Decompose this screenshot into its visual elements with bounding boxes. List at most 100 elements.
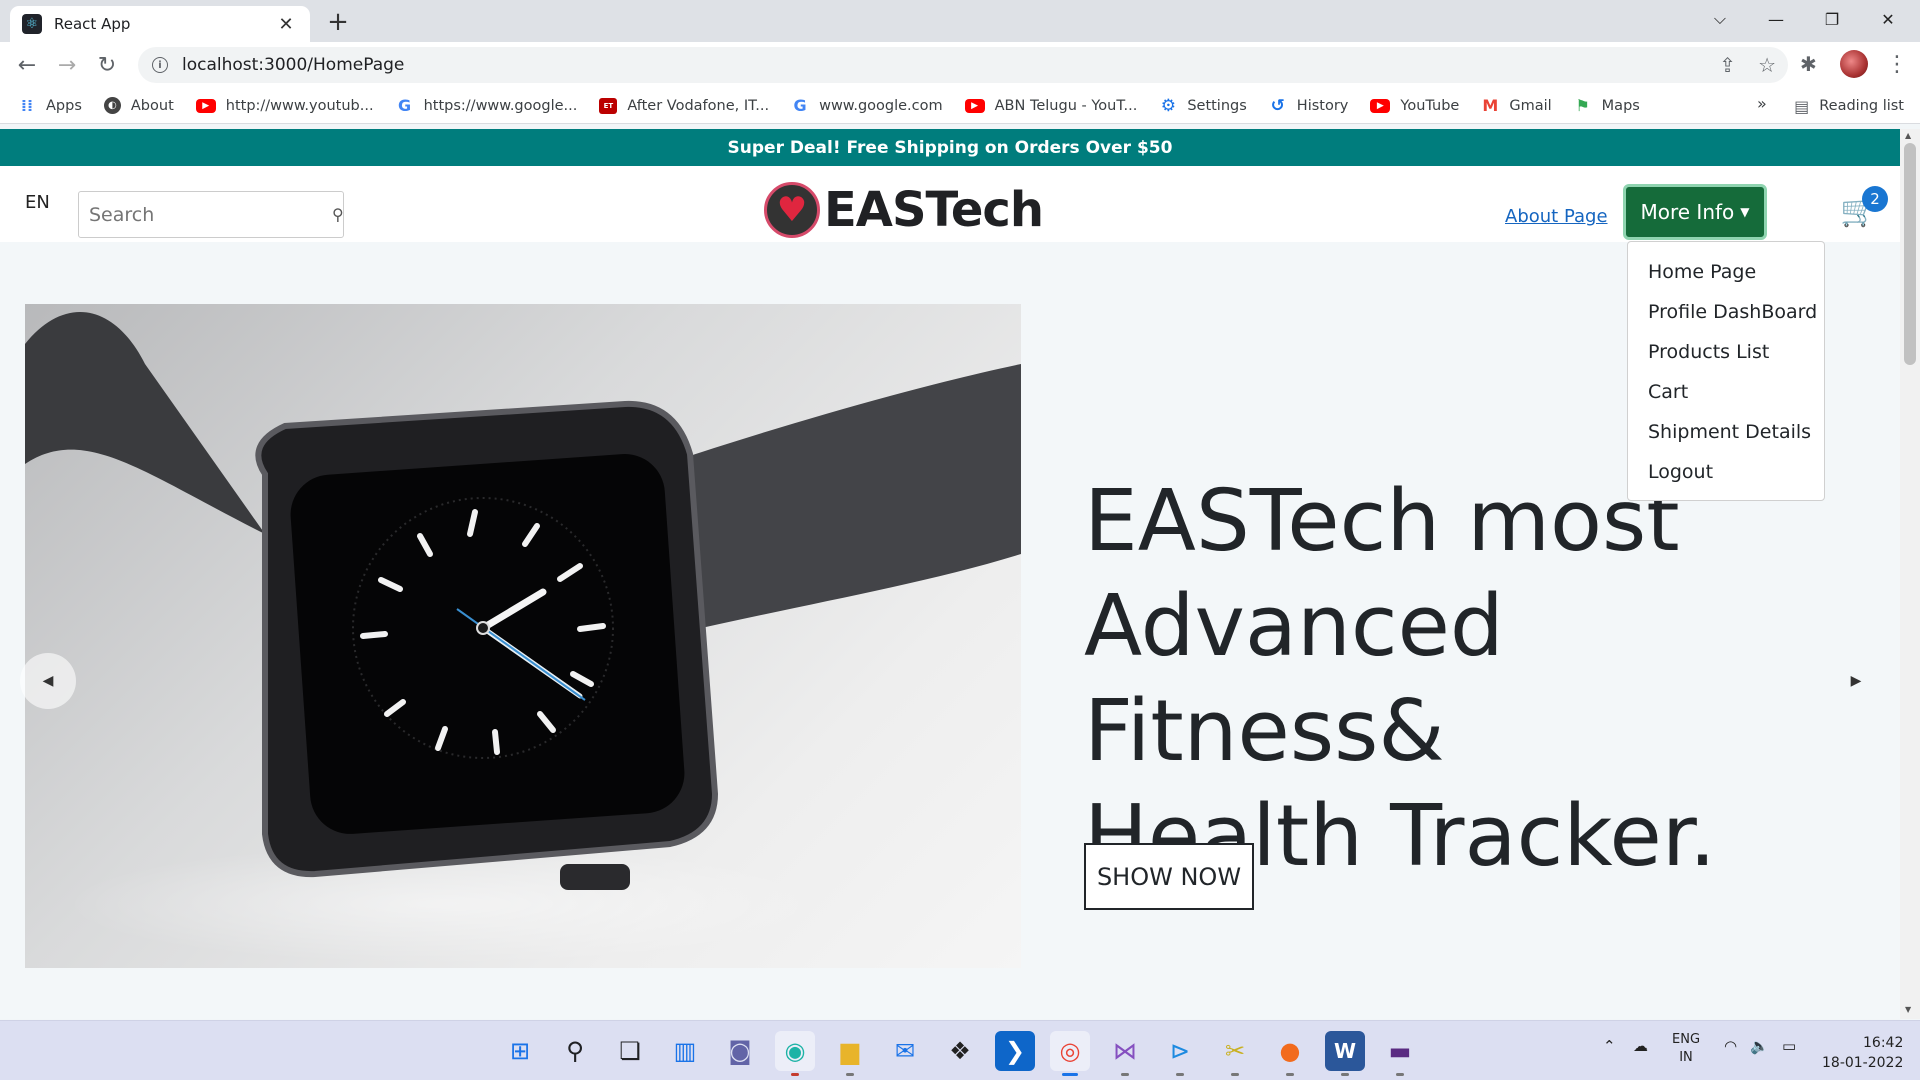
share-icon[interactable]: ⇪: [1719, 53, 1736, 77]
site-logo[interactable]: ♥ EASTech: [764, 182, 1044, 238]
battery-icon[interactable]: ▭: [1782, 1037, 1796, 1055]
bookmark-item[interactable]: ↺ History: [1269, 96, 1349, 116]
vscode-icon[interactable]: ⊳: [1160, 1031, 1200, 1071]
scroll-up-icon[interactable]: ▲: [1905, 131, 1911, 140]
file-explorer-icon[interactable]: ▆: [830, 1031, 870, 1071]
bookmark-label: Apps: [46, 97, 82, 114]
address-bar[interactable]: i localhost:3000/HomePage ⇪ ☆: [138, 47, 1788, 83]
system-clock[interactable]: 16:42 18-01-2022: [1822, 1033, 1903, 1073]
bookmark-item[interactable]: M Gmail: [1481, 96, 1551, 115]
bookmark-item[interactable]: ◐ About: [103, 97, 174, 114]
bookmarks-bar: ⁞⁞ Apps ◐ About ▶ http://www.youtub... Ghttps:…: [0, 88, 1920, 124]
search-icon[interactable]: ⚲: [332, 205, 344, 224]
bookmark-item[interactable]: ▶ ABN Telugu - YouT...: [964, 98, 1137, 114]
language-selector[interactable]: EN: [25, 192, 50, 213]
carousel-prev-button[interactable]: ◀: [20, 653, 76, 709]
dropbox-icon[interactable]: ❖: [940, 1031, 980, 1071]
youtube-icon: ▶: [964, 98, 985, 113]
site-header: EN ⚲ ♥ EASTech About Page More Info ▼ 🛒 …: [0, 166, 1900, 242]
cart-count-badge: 2: [1862, 186, 1888, 212]
browser-tabstrip: ⚛ React App ✕ + ⌵ — ❐ ✕: [0, 0, 1920, 42]
hero-headline: EASTech most Advanced Fitness& Health Tr…: [1084, 469, 1844, 889]
google-icon: G: [398, 96, 412, 115]
active-indicator: [1062, 1073, 1078, 1076]
youtube-icon: ▶: [195, 98, 216, 113]
menu-icon[interactable]: ⋮: [1886, 52, 1908, 77]
watch-illustration: [25, 311, 1021, 964]
bookmark-item[interactable]: Ghttps://www.google...: [396, 96, 578, 115]
browser-toolbar: ← → ↻ i localhost:3000/HomePage ⇪ ☆ ✱ ⋮: [0, 42, 1920, 88]
about-page-link[interactable]: About Page: [1505, 206, 1608, 227]
bookmark-item[interactable]: ⚑ Maps: [1574, 96, 1640, 115]
teams-chat-icon[interactable]: ◙: [720, 1031, 760, 1071]
show-hidden-icons[interactable]: ⌃: [1603, 1037, 1616, 1055]
tab-close-icon[interactable]: ✕: [274, 14, 298, 35]
tab-search-icon[interactable]: ⌵: [1692, 0, 1748, 38]
dropdown-item[interactable]: Products List: [1628, 332, 1824, 372]
scroll-down-icon[interactable]: ▼: [1905, 1005, 1911, 1014]
terminal-icon[interactable]: ▬: [1380, 1031, 1420, 1071]
show-now-button[interactable]: SHOW NOW: [1084, 843, 1254, 910]
chrome-icon[interactable]: ◎: [1050, 1031, 1090, 1071]
clock-time: 16:42: [1863, 1035, 1904, 1051]
search-input[interactable]: [89, 203, 332, 226]
visual-studio-icon[interactable]: ⋈: [1105, 1031, 1145, 1071]
gear-icon: ⚙: [1160, 95, 1176, 116]
bookmark-star-icon[interactable]: ☆: [1758, 53, 1776, 77]
restore-button[interactable]: ❐: [1804, 0, 1860, 38]
volume-icon[interactable]: 🔈: [1750, 1037, 1769, 1055]
wifi-icon[interactable]: ◠: [1724, 1037, 1737, 1055]
search-icon[interactable]: ⚲: [555, 1031, 595, 1071]
bookmark-item[interactable]: Gwww.google.com: [791, 96, 943, 115]
web-page: Super Deal! Free Shipping on Orders Over…: [0, 129, 1900, 1019]
profile-avatar[interactable]: [1840, 50, 1868, 78]
bookmark-item[interactable]: ▶ http://www.youtub...: [195, 97, 374, 114]
snipping-tool-icon[interactable]: ✂: [1215, 1031, 1255, 1071]
bookmark-label: http://www.youtub...: [225, 97, 374, 114]
tab-title: React App: [54, 15, 131, 33]
dropdown-item[interactable]: Home Page: [1628, 252, 1824, 292]
input-language[interactable]: ENG IN: [1672, 1031, 1700, 1067]
word-icon[interactable]: W: [1325, 1031, 1365, 1071]
widgets-icon[interactable]: ▥: [665, 1031, 705, 1071]
browser-tab[interactable]: ⚛ React App ✕: [10, 6, 310, 42]
forward-icon[interactable]: →: [52, 50, 82, 80]
bookmark-label: https://www.google...: [423, 97, 578, 114]
scrollbar-thumb[interactable]: [1904, 143, 1916, 365]
url-text: localhost:3000/HomePage: [182, 55, 405, 75]
page-scrollbar[interactable]: ▲ ▼: [1900, 129, 1920, 1019]
bookmark-item[interactable]: ⁞⁞ Apps: [18, 96, 82, 115]
reload-icon[interactable]: ↻: [92, 50, 122, 80]
bookmark-item[interactable]: ET After Vodafone, IT...: [599, 97, 770, 114]
edge-browser-icon[interactable]: ◉: [775, 1031, 815, 1071]
dropdown-item[interactable]: Logout: [1628, 452, 1824, 492]
mail-icon[interactable]: ✉: [885, 1031, 925, 1071]
dropdown-item[interactable]: Profile DashBoard: [1628, 292, 1824, 332]
new-tab-button[interactable]: +: [322, 6, 354, 38]
running-indicator: [1231, 1073, 1239, 1076]
task-view-icon[interactable]: ❏: [610, 1031, 650, 1071]
bookmark-item[interactable]: ⚙ Settings: [1159, 95, 1247, 116]
bookmark-label: After Vodafone, IT...: [627, 97, 770, 114]
youtube-icon: ▶: [1370, 98, 1391, 113]
reading-list[interactable]: ▤ Reading list: [1794, 88, 1904, 124]
logo-text: EASTech: [824, 182, 1044, 238]
bookmark-item[interactable]: ▶ YouTube: [1370, 98, 1459, 114]
minimize-button[interactable]: —: [1748, 0, 1804, 38]
dropdown-item[interactable]: Cart: [1628, 372, 1824, 412]
windows-start-icon[interactable]: ⊞: [500, 1031, 540, 1071]
extensions-icon[interactable]: ✱: [1800, 52, 1817, 76]
onedrive-icon[interactable]: ☁: [1633, 1037, 1648, 1055]
bookmarks-overflow-icon[interactable]: »: [1757, 94, 1767, 113]
site-info-icon[interactable]: i: [152, 57, 168, 73]
smartwatch-image: [25, 304, 1021, 968]
reading-list-label: Reading list: [1819, 98, 1904, 114]
close-window-button[interactable]: ✕: [1860, 0, 1916, 38]
back-icon[interactable]: ←: [12, 50, 42, 80]
postman-icon[interactable]: ●: [1270, 1031, 1310, 1071]
more-info-button[interactable]: More Info ▼: [1623, 184, 1767, 240]
dropdown-item[interactable]: Shipment Details: [1628, 412, 1824, 452]
search-box[interactable]: ⚲: [78, 191, 344, 238]
powershell-icon[interactable]: ❯: [995, 1031, 1035, 1071]
running-indicator: [1176, 1073, 1184, 1076]
